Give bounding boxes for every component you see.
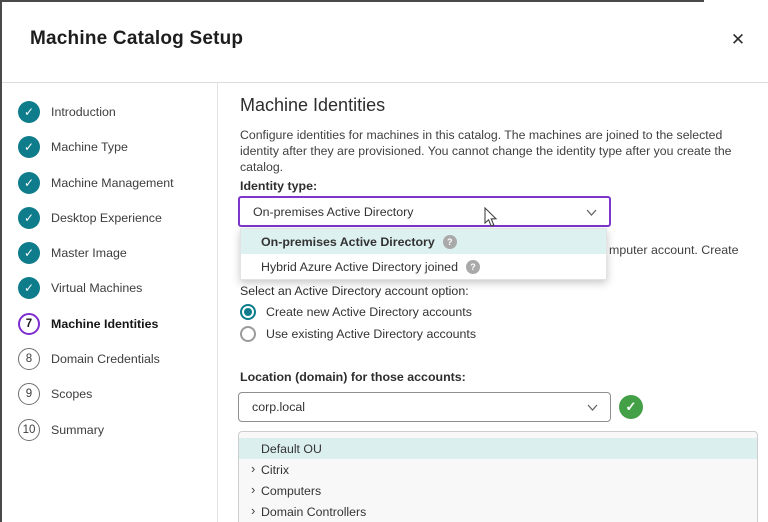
step-check-icon: ✓ [18,171,40,194]
step-number-badge: 7 [18,312,40,335]
step-number-badge: 8 [18,348,40,371]
sidebar-item-domain-credentials[interactable]: 8 Domain Credentials [18,347,217,371]
option-label: Hybrid Azure Active Directory joined [261,259,458,274]
step-label: Introduction [51,105,116,119]
sidebar-item-machine-identities[interactable]: 7 Machine Identities [18,312,217,336]
chevron-down-icon [587,403,598,412]
radio-create-new-accounts[interactable]: Create new Active Directory accounts [240,302,472,322]
radio-unselected-icon [240,326,256,342]
validation-check-icon: ✓ [619,395,643,419]
step-label: Machine Management [51,175,174,190]
sidebar-item-machine-management[interactable]: ✓ Machine Management [18,171,217,195]
tree-row-label: Domain Controllers [261,504,367,519]
dialog-header: Machine Catalog Setup ✕ [2,2,768,83]
identity-type-menu: On-premises Active Directory ? Hybrid Az… [240,228,607,280]
radio-use-existing-accounts[interactable]: Use existing Active Directory accounts [240,324,476,344]
option-label: On-premises Active Directory [261,234,435,249]
obscured-background-text: mputer account. Create [609,243,739,257]
dialog-title: Machine Catalog Setup [30,28,244,49]
step-number-badge: 9 [18,383,40,406]
sidebar-item-introduction[interactable]: ✓ Introduction [18,100,217,124]
close-icon[interactable]: ✕ [724,26,752,54]
step-number-badge: 10 [18,418,40,441]
mouse-cursor-icon [484,206,499,233]
radio-selected-icon [240,304,256,320]
menu-option-on-premises-ad[interactable]: On-premises Active Directory ? [241,229,606,254]
step-label: Scopes [51,387,93,402]
help-icon[interactable]: ? [465,259,480,274]
step-label: Virtual Machines [51,281,143,296]
step-label: Machine Identities [51,316,159,331]
tree-row-label: Computers [261,483,322,498]
step-check-icon: ✓ [18,136,40,159]
tree-row-computers[interactable]: › Computers [239,480,757,501]
sidebar-item-desktop-experience[interactable]: ✓ Desktop Experience [18,206,217,230]
step-label: Master Image [51,246,127,261]
step-check-icon: ✓ [18,277,40,300]
radio-label: Use existing Active Directory accounts [266,327,477,341]
step-label: Desktop Experience [51,210,162,225]
tree-row-label: Citrix [261,462,290,477]
sidebar-item-virtual-machines[interactable]: ✓ Virtual Machines [18,276,217,300]
identity-type-value: On-premises Active Directory [253,204,414,219]
chevron-right-icon[interactable]: › [251,503,255,518]
tree-row-citrix[interactable]: › Citrix [239,459,757,480]
sidebar-item-machine-type[interactable]: ✓ Machine Type [18,135,217,159]
sidebar-item-summary[interactable]: 10 Summary [18,418,217,442]
sidebar-item-master-image[interactable]: ✓ Master Image [18,241,217,265]
step-label: Summary [51,422,105,437]
account-option-label: Select an Active Directory account optio… [240,284,469,298]
identity-type-dropdown[interactable]: On-premises Active Directory [238,196,611,227]
wizard-steps-sidebar: ✓ Introduction ✓ Machine Type ✓ Machine … [2,83,218,522]
chevron-right-icon[interactable]: › [251,482,255,497]
machine-catalog-setup-dialog: Machine Catalog Setup ✕ ✓ Introduction ✓… [0,0,768,522]
chevron-right-icon[interactable]: › [251,461,255,476]
sidebar-item-scopes[interactable]: 9 Scopes [18,382,217,406]
menu-option-hybrid-azure-ad[interactable]: Hybrid Azure Active Directory joined ? [241,254,606,279]
identity-type-label: Identity type: [240,179,318,193]
domain-dropdown[interactable]: corp.local [238,392,611,422]
ou-tree-panel: Default OU › Citrix › Computers › Domain… [238,431,758,522]
domain-value: corp.local [252,400,306,414]
step-check-icon: ✓ [18,101,40,123]
tree-row-label: Default OU [261,441,322,456]
page-description: Configure identities for machines in thi… [240,128,732,174]
step-check-icon: ✓ [18,242,40,265]
chevron-down-icon [586,208,597,217]
radio-label: Create new Active Directory accounts [266,305,472,319]
step-check-icon: ✓ [18,206,40,229]
page-title: Machine Identities [240,95,386,115]
tree-row-domain-controllers[interactable]: › Domain Controllers [239,501,757,522]
step-label: Machine Type [51,140,128,155]
help-icon[interactable]: ? [442,234,457,249]
location-label: Location (domain) for those accounts: [240,370,466,384]
step-label: Domain Credentials [51,352,160,367]
tree-row-default-ou[interactable]: Default OU [239,438,757,459]
